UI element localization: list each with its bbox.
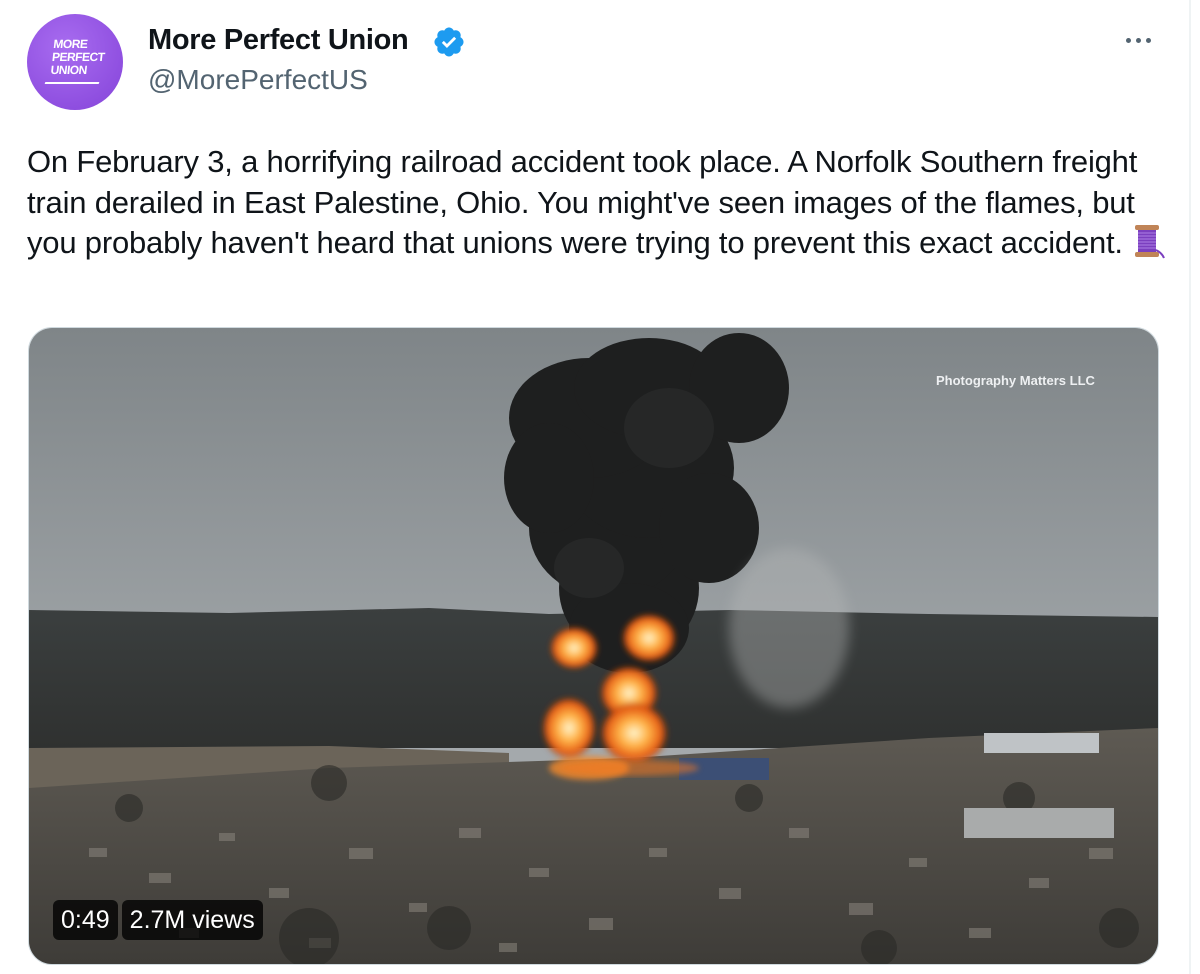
avatar-logo-underline (44, 82, 100, 84)
more-horizontal-icon (1126, 38, 1131, 43)
author-handle[interactable]: @MorePerfectUS (148, 62, 368, 98)
avatar-logo-text: MORE PERFECT UNION (49, 37, 106, 77)
video-info-badges: 0:49 2.7M views (53, 900, 263, 940)
more-options-button[interactable] (1118, 24, 1158, 56)
thread-spool-icon (1129, 223, 1165, 259)
author-name[interactable]: More Perfect Union (148, 22, 409, 58)
video-duration: 0:49 (53, 900, 118, 940)
avatar[interactable]: MORE PERFECT UNION (27, 14, 123, 110)
video-thumbnail (29, 328, 1158, 964)
tweet-text: On February 3, a horrifying railroad acc… (27, 144, 1138, 260)
video-view-count: 2.7M views (121, 900, 263, 940)
tweet-text-container: On February 3, a horrifying railroad acc… (27, 142, 1167, 264)
timeline-border (1189, 0, 1191, 974)
video-watermark: Photography Matters LLC (936, 373, 1095, 388)
verified-badge-icon (434, 27, 464, 57)
video-player[interactable]: Photography Matters LLC 0:49 2.7M views (28, 327, 1159, 965)
